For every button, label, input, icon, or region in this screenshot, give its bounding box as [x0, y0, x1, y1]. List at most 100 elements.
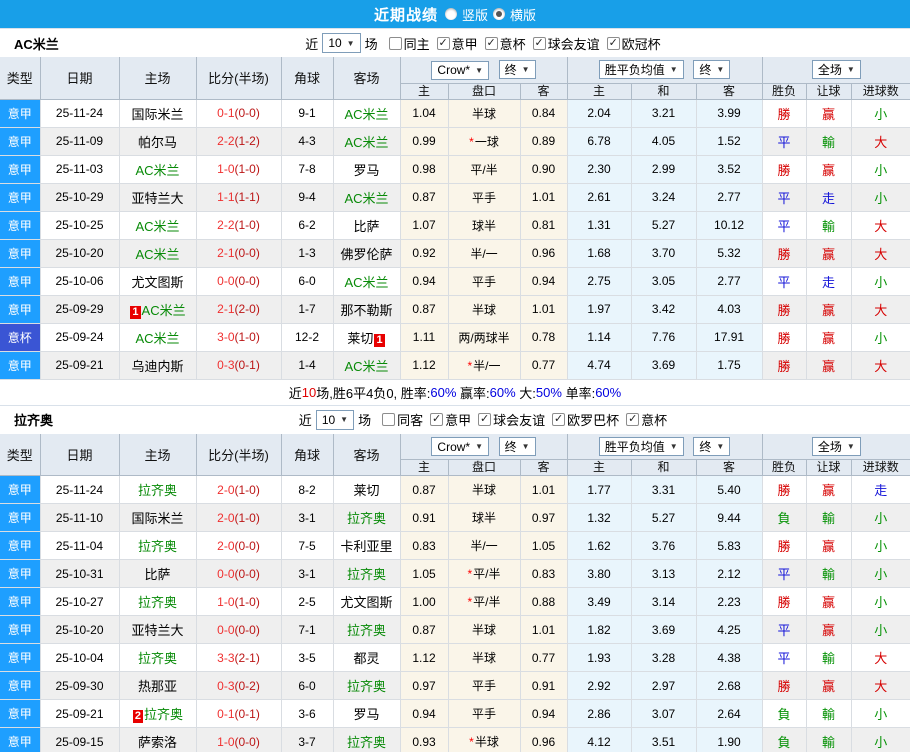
goals-result-cell: 大: [851, 295, 910, 324]
mean-away-odds: 1.52: [696, 127, 763, 156]
match-type-cell: 意甲: [0, 643, 41, 672]
fulltime-select[interactable]: 全场 ▼: [811, 60, 861, 80]
match-row: 意甲 25-09-21 乌迪内斯 0-3(0-1) 1-4 AC米兰 1.12 *半/一 0.7…: [0, 351, 910, 380]
summary-text: 50%: [535, 384, 562, 400]
team-name: 拉齐奥: [346, 623, 386, 638]
checkbox-checked[interactable]: [430, 413, 444, 426]
mean-home-odds: 1.93: [567, 643, 632, 672]
odds-final-select[interactable]: 终 ▼: [498, 60, 536, 79]
recent-label: 近: [305, 36, 319, 52]
away-odds: 0.83: [520, 559, 568, 588]
handicap-text: 半/一: [470, 539, 498, 553]
mean-source-select[interactable]: 胜平负均值 ▼: [598, 60, 684, 80]
odds-source-select[interactable]: Crow* ▼: [431, 437, 490, 456]
home-team-cell: 2 拉齐奥: [119, 699, 197, 728]
goals-result-cell: 小: [851, 99, 910, 128]
mean-final-select[interactable]: 终 ▼: [693, 436, 731, 456]
corner-cell: 6-0: [281, 267, 334, 296]
home-team-cell: 亚特兰大: [119, 615, 197, 644]
checkbox-unchecked[interactable]: [382, 413, 396, 426]
half-score: (1-0): [234, 594, 260, 609]
checkbox-checked[interactable]: [532, 36, 546, 50]
radio-icon[interactable]: [444, 8, 457, 20]
radio-selected-icon[interactable]: [493, 8, 505, 20]
team-name: 国际米兰: [131, 106, 184, 122]
checkbox-checked[interactable]: [436, 36, 450, 50]
away-team-cell: 拉齐奥: [333, 559, 401, 588]
odds-source-select[interactable]: Crow* ▼: [431, 60, 490, 80]
handicap-result-cell: 輸: [806, 727, 852, 752]
section-team-title: AC米兰: [14, 36, 59, 52]
recent-count-select[interactable]: 10 ▼: [315, 409, 355, 430]
fulltime-select[interactable]: 全场 ▼: [811, 436, 861, 456]
handicap-text: 一球: [474, 134, 499, 149]
col-goals: 进球数: [851, 459, 910, 476]
summary-text: 单率:: [561, 385, 596, 401]
match-score: 2-2: [217, 134, 235, 148]
recent-count-value: 10: [328, 36, 342, 50]
layout-option-label[interactable]: 竖版: [462, 5, 488, 24]
filter-option: 意杯: [626, 410, 667, 429]
away-odds: 0.84: [520, 99, 568, 128]
checkbox-checked[interactable]: [626, 413, 640, 426]
mean-draw-odds: 3.70: [631, 239, 697, 268]
mean-away-odds: 5.83: [696, 531, 763, 560]
half-score: (0-1): [234, 358, 260, 372]
handicap-result-cell: 輸: [806, 127, 852, 156]
half-score: (1-2): [234, 134, 260, 148]
recent-count-select[interactable]: 10 ▼: [322, 33, 361, 53]
team-name: 拉齐奥: [346, 511, 386, 526]
team-section-lazio: 拉齐奥 近 10▼ 场 同客意甲球会友谊欧罗巴杯意杯 类型 日期 主场 比分(半…: [0, 404, 910, 752]
away-team-cell: AC米兰: [333, 267, 401, 296]
matches-label: 场: [358, 413, 372, 428]
team-name: 拉齐奥: [137, 595, 177, 610]
match-type-cell: 意甲: [0, 587, 41, 616]
result-cell: 勝: [762, 239, 807, 268]
home-team-cell: 国际米兰: [119, 99, 197, 128]
match-score: 2-0: [217, 538, 235, 553]
result-cell: 平: [762, 127, 807, 156]
handicap-text: 球半: [471, 218, 496, 233]
team-name: 拉齐奥: [144, 707, 184, 722]
top-bar: 近期战绩 竖版 横版: [0, 0, 910, 28]
checkbox-checked[interactable]: [478, 413, 492, 426]
goals-result-cell: 小: [851, 503, 910, 532]
match-row: 意甲 25-10-29 亚特兰大 1-1(1-1) 9-4 AC米兰 0.87 平手 1.01 2…: [0, 183, 910, 212]
result-cell: 勝: [762, 475, 807, 504]
corner-cell: 3-1: [281, 559, 334, 588]
match-row: 意甲 25-11-03 AC米兰 1-0(1-0) 7-8 罗马 0.98 平/半 0.90 2.…: [0, 155, 910, 184]
home-odds: 1.07: [400, 211, 449, 240]
star-mark: *: [467, 567, 473, 581]
odds-final-select[interactable]: 终 ▼: [498, 436, 536, 456]
col-home: 主场: [119, 57, 197, 100]
checkbox-checked[interactable]: [484, 36, 498, 50]
mean-draw-odds: 3.69: [631, 615, 697, 644]
match-row: 意甲 25-10-06 尤文图斯 0-0(0-0) 6-0 AC米兰 0.94 平手 0.94 2…: [0, 267, 910, 296]
match-row: 意甲 25-09-21 2 拉齐奥 0-1(0-1) 3-6 罗马 0.94 平手 0.94 2.8…: [0, 699, 910, 728]
checkbox-unchecked[interactable]: [388, 36, 402, 50]
home-odds: 0.93: [400, 727, 449, 752]
checkbox-checked[interactable]: [552, 413, 566, 426]
col-corner: 角球: [281, 57, 334, 100]
handicap-cell: 半球: [448, 475, 521, 504]
match-date: 25-11-24: [40, 475, 120, 504]
mean-away-odds: 4.38: [696, 643, 763, 672]
match-date: 25-09-24: [40, 323, 120, 352]
away-team-cell: AC米兰: [333, 127, 401, 156]
mean-away-odds: 1.90: [696, 727, 763, 752]
mean-final-select[interactable]: 终 ▼: [693, 60, 731, 80]
mean-source-select[interactable]: 胜平负均值 ▼: [598, 436, 684, 456]
col-mean-draw: 和: [631, 83, 697, 100]
handicap-cell: 半球: [448, 295, 521, 324]
checkbox-checked[interactable]: [606, 36, 620, 50]
team-name: AC米兰: [344, 190, 389, 206]
score-cell: 2-0(1-0): [196, 475, 282, 504]
layout-option-label[interactable]: 横版: [510, 5, 536, 24]
handicap-text: 平/半: [473, 595, 501, 609]
score-cell: 2-1(2-0): [196, 295, 282, 324]
score-cell: 3-0(1-0): [196, 323, 282, 352]
mean-away-odds: 2.64: [696, 699, 763, 728]
match-row: 意甲 25-10-20 AC米兰 2-1(0-0) 1-3 佛罗伦萨 0.92 半/一 0.96…: [0, 239, 910, 268]
half-score: (2-0): [234, 302, 260, 316]
filter-option: 意甲: [430, 410, 471, 429]
